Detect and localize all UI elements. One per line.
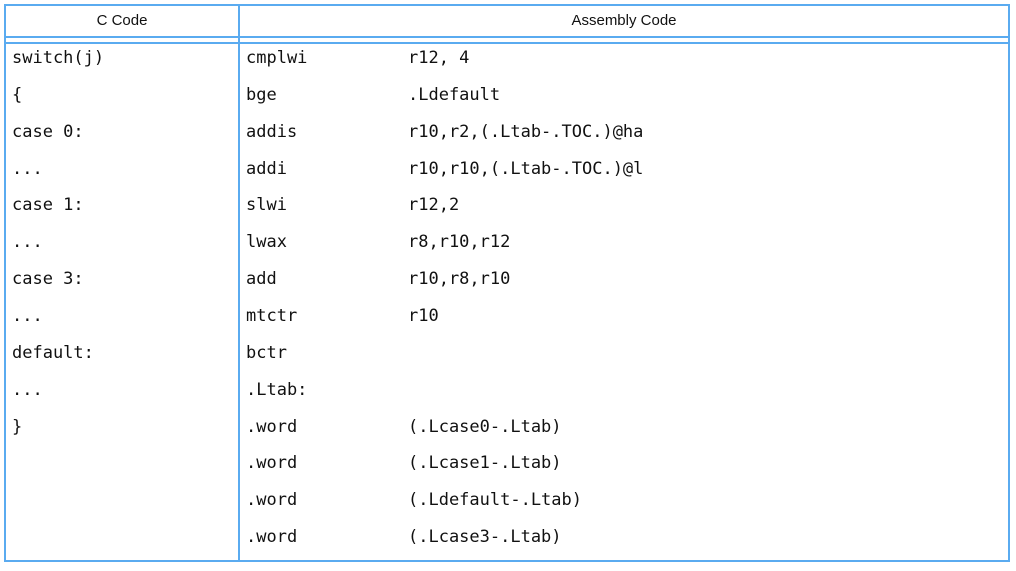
- assembly-line: .Ltab:: [246, 378, 1008, 415]
- assembly-mnemonic: mtctr: [246, 304, 408, 328]
- assembly-code-column-header: Assembly Code: [240, 6, 1008, 36]
- assembly-operands: r8,r10,r12: [408, 230, 510, 254]
- c-code-line: default:: [12, 341, 238, 378]
- assembly-line: cmplwir12, 4: [246, 46, 1008, 83]
- assembly-mnemonic: .Ltab:: [246, 378, 408, 402]
- c-code-line: case 0:: [12, 120, 238, 157]
- assembly-line: mtctrr10: [246, 304, 1008, 341]
- c-code-line: ...: [12, 304, 238, 341]
- assembly-line: .word(.Ldefault-.Ltab): [246, 488, 1008, 525]
- assembly-operands: r10: [408, 304, 439, 328]
- assembly-line: addir10,r10,(.Ltab-.TOC.)@l: [246, 157, 1008, 194]
- assembly-line: lwaxr8,r10,r12: [246, 230, 1008, 267]
- assembly-mnemonic: cmplwi: [246, 46, 408, 70]
- assembly-line: .word(.Lcase0-.Ltab): [246, 415, 1008, 452]
- assembly-line: slwir12,2: [246, 193, 1008, 230]
- c-code-line: }: [12, 415, 238, 452]
- assembly-operands: r10,r10,(.Ltab-.TOC.)@l: [408, 157, 643, 181]
- assembly-operands: r12, 4: [408, 46, 469, 70]
- assembly-operands: r10,r8,r10: [408, 267, 510, 291]
- assembly-line: bctr: [246, 341, 1008, 378]
- assembly-mnemonic: .word: [246, 451, 408, 475]
- assembly-operands: .Ldefault: [408, 83, 500, 107]
- assembly-line: .word(.Lcase1-.Ltab): [246, 451, 1008, 488]
- table-header-row: C Code Assembly Code: [6, 6, 1008, 38]
- c-vs-assembly-table: C Code Assembly Code switch(j) { case 0:…: [4, 4, 1010, 562]
- header-double-rule-left: [6, 38, 240, 42]
- c-code-line: ...: [12, 378, 238, 415]
- c-code-line: ...: [12, 230, 238, 267]
- c-code-line: {: [12, 83, 238, 120]
- assembly-operands: (.Lcase3-.Ltab): [408, 525, 562, 549]
- assembly-mnemonic: lwax: [246, 230, 408, 254]
- assembly-mnemonic: slwi: [246, 193, 408, 217]
- assembly-code-column: cmplwir12, 4 bge.Ldefault addisr10,r2,(.…: [240, 44, 1008, 562]
- c-code-column-header: C Code: [6, 6, 240, 36]
- header-double-rule-right: [240, 38, 1008, 42]
- assembly-mnemonic: bctr: [246, 341, 408, 365]
- assembly-mnemonic: addi: [246, 157, 408, 181]
- assembly-mnemonic: .word: [246, 415, 408, 439]
- assembly-line: .word(.Lcase3-.Ltab): [246, 525, 1008, 562]
- assembly-operands: (.Ldefault-.Ltab): [408, 488, 582, 512]
- assembly-line: bge.Ldefault: [246, 83, 1008, 120]
- c-code-line: case 1:: [12, 193, 238, 230]
- assembly-operands: (.Lcase0-.Ltab): [408, 415, 562, 439]
- assembly-mnemonic: .word: [246, 525, 408, 549]
- assembly-mnemonic: add: [246, 267, 408, 291]
- c-code-line: ...: [12, 157, 238, 194]
- assembly-mnemonic: bge: [246, 83, 408, 107]
- assembly-line: addisr10,r2,(.Ltab-.TOC.)@ha: [246, 120, 1008, 157]
- assembly-operands: (.Lcase1-.Ltab): [408, 451, 562, 475]
- assembly-line: addr10,r8,r10: [246, 267, 1008, 304]
- c-code-line: switch(j): [12, 46, 238, 83]
- table-body: switch(j) { case 0: ... case 1: ... case…: [6, 44, 1008, 562]
- assembly-mnemonic: .word: [246, 488, 408, 512]
- c-code-line: case 3:: [12, 267, 238, 304]
- assembly-mnemonic: addis: [246, 120, 408, 144]
- assembly-operands: r10,r2,(.Ltab-.TOC.)@ha: [408, 120, 643, 144]
- c-code-column: switch(j) { case 0: ... case 1: ... case…: [6, 44, 240, 562]
- assembly-operands: r12,2: [408, 193, 459, 217]
